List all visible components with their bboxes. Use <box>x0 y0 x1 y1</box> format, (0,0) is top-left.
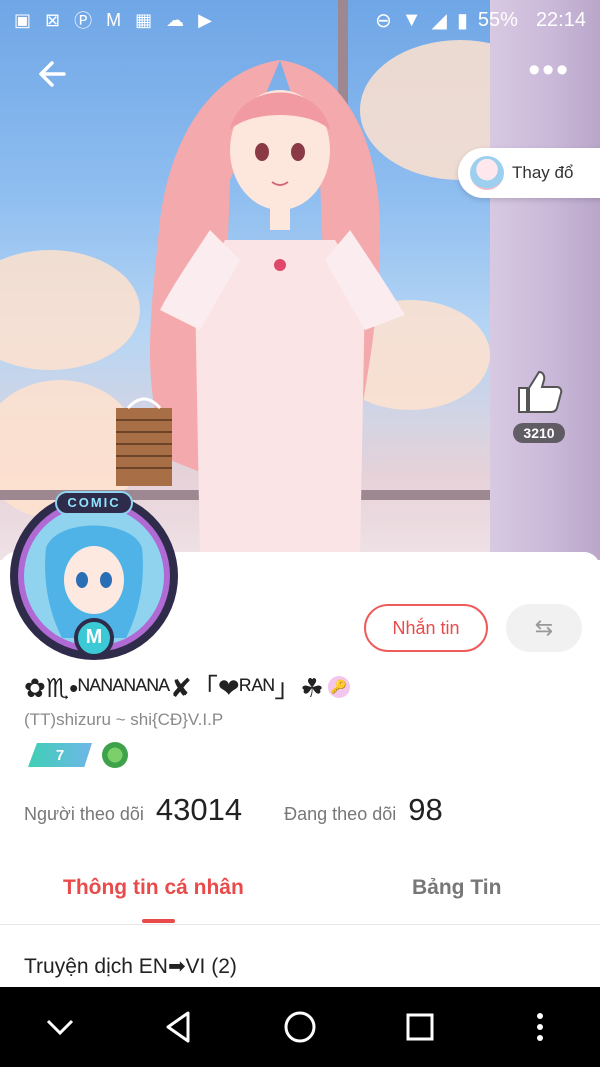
hero-background <box>0 0 600 560</box>
system-status: ⊖ ▼ ◢ ▮ 55% 22:14 <box>375 8 586 33</box>
level-badge: 7 <box>28 743 92 767</box>
recents-square-icon[interactable] <box>400 1007 440 1047</box>
change-outfit-label: Thay đổ <box>512 163 574 182</box>
wifi-icon: ▼ <box>401 8 422 31</box>
clock: 22:14 <box>535 8 586 31</box>
gmail-notification-icon: M <box>106 9 122 30</box>
like-count: 3210 <box>513 423 565 443</box>
cloud <box>0 250 140 370</box>
switch-icon: ⇆ <box>534 615 554 640</box>
avatar-frame-letter: M <box>85 626 103 648</box>
user-handle: (TT)shizuru ~ shi{CĐ}V.I.P <box>24 710 224 729</box>
back-triangle-icon[interactable] <box>160 1007 200 1047</box>
more-dots-icon[interactable]: ••• <box>528 53 570 87</box>
followers-value[interactable]: 43014 <box>156 792 242 828</box>
like-widget[interactable]: 3210 <box>507 368 571 443</box>
following-value[interactable]: 98 <box>408 792 442 828</box>
back-arrow-icon[interactable] <box>34 54 74 94</box>
chat-notification-icon: ▣ <box>14 9 32 30</box>
notification-icons: ▣ ⊠ Ⓟ M ▦ ☁ ▶ <box>14 7 212 33</box>
change-outfit-button[interactable]: Thay đổ <box>458 148 600 198</box>
badges: 7 <box>28 742 128 768</box>
tab-news-feed[interactable]: Bảng Tin <box>412 876 501 900</box>
green-medal-icon <box>102 742 128 768</box>
capcut-notification-icon: ⊠ <box>45 9 61 30</box>
collapse-icon[interactable] <box>40 1007 80 1047</box>
dnd-icon: ⊖ <box>374 9 392 32</box>
translated-stories-title[interactable]: Truyện dịch EN➡VI (2) <box>24 954 237 979</box>
youtube-notification-icon: ▶ <box>198 9 212 30</box>
system-nav-bar <box>0 987 600 1067</box>
pinterest-notification-icon: Ⓟ <box>74 11 93 31</box>
switch-button[interactable]: ⇆ <box>506 604 582 652</box>
avatar-frame-text: COMIC <box>67 495 121 510</box>
outfit-avatar-icon <box>470 156 504 190</box>
gallery-notification-icon: ▦ <box>135 9 153 30</box>
followers-label[interactable]: Người theo dõi <box>24 804 144 825</box>
tab-personal-info[interactable]: Thông tin cá nhân <box>63 876 244 900</box>
key-badge-icon: 🔑 <box>327 675 350 698</box>
username-text: ✿♏•ᴺᴬᴺᴬᴺᴬᴺᴬ✘「❤ᴿᴬᴺ」☘ <box>24 673 324 703</box>
cloud-notification-icon: ☁ <box>166 9 185 30</box>
profile-tabs: Thông tin cá nhân Bảng Tin <box>0 862 600 925</box>
home-circle-icon[interactable] <box>280 1007 320 1047</box>
status-bar: ▣ ⊠ Ⓟ M ▦ ☁ ▶ ⊖ ▼ ◢ ▮ 55% 22:14 <box>0 0 600 40</box>
follow-stats: Người theo dõi 43014 Đang theo dõi 98 <box>24 792 443 828</box>
battery-icon: ▮ <box>456 9 468 32</box>
active-tab-indicator <box>142 919 175 923</box>
battery-percent: 55% <box>477 8 518 31</box>
username: ✿♏•ᴺᴬᴺᴬᴺᴬᴺᴬ✘「❤ᴿᴬᴺ」☘ 🔑 <box>24 668 350 705</box>
following-label[interactable]: Đang theo dõi <box>284 804 396 825</box>
thumbs-up-icon[interactable] <box>515 368 563 414</box>
avatar[interactable]: COMIC M <box>6 488 182 664</box>
signal-icon: ◢ <box>431 9 447 32</box>
message-button[interactable]: Nhắn tin <box>364 604 488 652</box>
wooden-handbag-icon <box>116 397 172 486</box>
overflow-dots-icon[interactable] <box>520 1007 560 1047</box>
